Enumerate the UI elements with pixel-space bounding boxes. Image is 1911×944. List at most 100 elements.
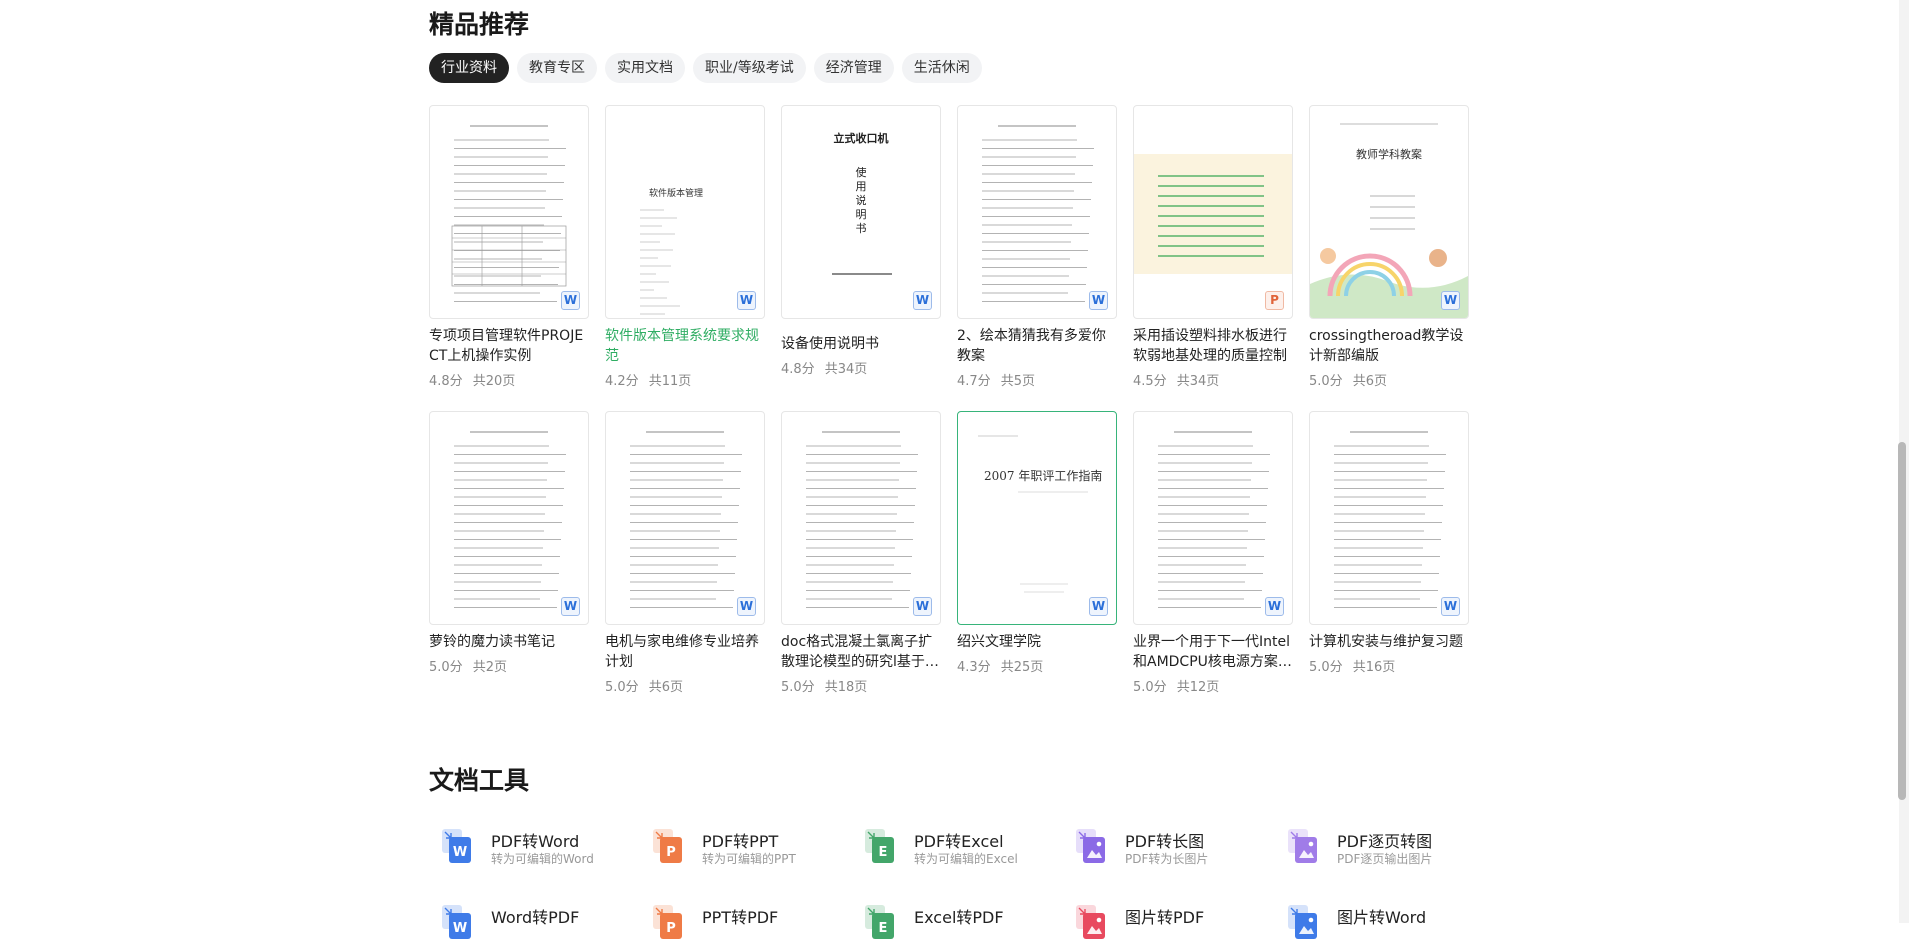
tool-item[interactable]: P PDF转PPT 转为可编辑的PPT xyxy=(640,820,840,868)
svg-text:说: 说 xyxy=(856,193,867,207)
word-file-icon: W xyxy=(1089,291,1108,310)
tab-exams[interactable]: 职业/等级考试 xyxy=(693,53,806,83)
document-thumbnail[interactable]: 立式收口机使用说明书 W xyxy=(781,105,941,319)
pdf-to-excel-icon: E xyxy=(864,828,896,864)
document-thumbnail[interactable]: 教师学科教案 W xyxy=(1309,105,1469,319)
document-card[interactable]: 教师学科教案 W crossingtheroad教学设计新部编版 5.0分 共6页 xyxy=(1309,105,1469,391)
tab-lifestyle[interactable]: 生活休闲 xyxy=(901,53,982,83)
svg-text:E: E xyxy=(879,921,888,936)
document-meta: 5.0分 共12页 xyxy=(1133,679,1293,697)
document-title[interactable]: 软件版本管理系统要求规范 xyxy=(605,326,765,366)
document-page-count: 共16页 xyxy=(1352,660,1396,675)
tool-item[interactable]: W PDF转Word 转为可编辑的Word xyxy=(429,820,629,868)
document-page-count: 共11页 xyxy=(648,374,692,389)
document-card[interactable]: W 业界一个用于下一代Intel和AMDCPU核电源方案… 5.0分 共12页 xyxy=(1133,411,1293,697)
tool-name: Word转PDF xyxy=(491,908,580,927)
document-card[interactable]: 软件版本管理 W 软件版本管理系统要求规范 4.2分 共11页 xyxy=(605,105,765,391)
document-meta: 4.3分 共25页 xyxy=(957,659,1117,677)
word-file-icon: W xyxy=(561,291,580,310)
tool-name: PDF转Excel xyxy=(914,832,1004,851)
document-thumbnail[interactable]: W xyxy=(429,105,589,319)
pdf-page-to-image-icon xyxy=(1287,828,1319,864)
pdf-to-word-icon: W xyxy=(441,828,473,864)
word-file-icon: W xyxy=(1265,597,1284,616)
tool-item[interactable]: PDF逐页转图 PDF逐页输出图片 xyxy=(1275,820,1475,868)
document-meta: 4.8分 共34页 xyxy=(781,361,941,379)
document-rating: 5.0分 xyxy=(1309,374,1343,389)
document-page-count: 共6页 xyxy=(1352,374,1387,389)
tool-item[interactable]: E Excel转PDF xyxy=(852,896,1052,944)
scrollbar-thumb[interactable] xyxy=(1898,442,1906,800)
document-card[interactable]: 立式收口机使用说明书 W 设备使用说明书 4.8分 共34页 xyxy=(781,105,941,379)
document-title[interactable]: doc格式混凝土氯离子扩散理论模型的研究l基于… xyxy=(781,632,941,672)
document-thumbnail[interactable]: W xyxy=(781,411,941,625)
document-meta: 5.0分 共2页 xyxy=(429,659,589,677)
document-title[interactable]: 绍兴文理学院 xyxy=(957,632,1117,652)
tool-description: 转为可编辑的PPT xyxy=(702,852,796,866)
document-page-count: 共12页 xyxy=(1176,680,1220,695)
tab-industry[interactable]: 行业资料 xyxy=(429,53,509,83)
document-card[interactable]: W 电机与家电维修专业培养计划 5.0分 共6页 xyxy=(605,411,765,697)
document-card[interactable]: W 萝铃的魔力读书笔记 5.0分 共2页 xyxy=(429,411,589,677)
document-thumbnail[interactable]: 软件版本管理 W xyxy=(605,105,765,319)
document-meta: 5.0分 共16页 xyxy=(1309,659,1469,677)
tool-item[interactable]: E PDF转Excel 转为可编辑的Excel xyxy=(852,820,1052,868)
tool-item[interactable]: 图片转PDF xyxy=(1063,896,1263,944)
document-card[interactable]: Wdoc格式混凝土氯离子扩散理论模型的研究l基于… 5.0分 共18页 xyxy=(781,411,941,697)
document-rating: 4.3分 xyxy=(957,660,991,675)
document-title[interactable]: 业界一个用于下一代Intel和AMDCPU核电源方案… xyxy=(1133,632,1293,672)
scrollbar-track[interactable] xyxy=(1898,0,1909,923)
tab-economics[interactable]: 经济管理 xyxy=(813,53,894,83)
document-card[interactable]: P 采用插设塑料排水板进行软弱地基处理的质量控制 4.5分 共34页 xyxy=(1133,105,1293,391)
svg-text:W: W xyxy=(453,921,467,936)
tool-item[interactable]: PDF转长图 PDF转为长图片 xyxy=(1063,820,1263,868)
tool-item[interactable]: 图片转Word xyxy=(1275,896,1475,944)
document-rating: 4.8分 xyxy=(781,362,815,377)
document-title[interactable]: 专项项目管理软件PROJECT上机操作实例 xyxy=(429,326,589,366)
document-title[interactable]: 电机与家电维修专业培养计划 xyxy=(605,632,765,672)
document-card[interactable]: 2007 年职评工作指南 W 绍兴文理学院 4.3分 共25页 xyxy=(957,411,1117,677)
word-file-icon: W xyxy=(561,597,580,616)
document-thumbnail[interactable]: W xyxy=(957,105,1117,319)
document-thumbnail[interactable]: W xyxy=(605,411,765,625)
word-file-icon: W xyxy=(913,291,932,310)
document-page-count: 共25页 xyxy=(1000,660,1044,675)
tool-item[interactable]: P PPT转PDF xyxy=(640,896,840,944)
document-thumbnail[interactable]: W xyxy=(429,411,589,625)
word-file-icon: W xyxy=(737,597,756,616)
document-title[interactable]: crossingtheroad教学设计新部编版 xyxy=(1309,326,1469,366)
tool-name: PDF转PPT xyxy=(702,832,779,851)
tab-education[interactable]: 教育专区 xyxy=(517,53,597,83)
document-thumbnail[interactable]: W xyxy=(1133,411,1293,625)
tool-name: Excel转PDF xyxy=(914,908,1004,927)
ppt-to-pdf-icon: P xyxy=(652,904,684,940)
document-title[interactable]: 计算机安装与维护复习题 xyxy=(1309,632,1469,652)
document-page-count: 共34页 xyxy=(824,362,868,377)
tool-name: PDF转长图 xyxy=(1125,832,1205,851)
document-page-count: 共18页 xyxy=(824,680,868,695)
document-thumbnail[interactable]: 2007 年职评工作指南 W xyxy=(957,411,1117,625)
ppt-file-icon: P xyxy=(1265,291,1284,310)
svg-text:2007 年职评工作指南: 2007 年职评工作指南 xyxy=(984,468,1102,483)
svg-text:P: P xyxy=(666,921,676,936)
document-title[interactable]: 设备使用说明书 xyxy=(781,334,941,354)
document-card[interactable]: W 2、绘本猜猜我有多爱你教案 4.7分 共5页 xyxy=(957,105,1117,391)
document-title[interactable]: 2、绘本猜猜我有多爱你教案 xyxy=(957,326,1117,366)
document-title[interactable]: 采用插设塑料排水板进行软弱地基处理的质量控制 xyxy=(1133,326,1293,366)
word-file-icon: W xyxy=(737,291,756,310)
tab-practical-docs[interactable]: 实用文档 xyxy=(605,53,685,83)
document-meta: 5.0分 共18页 xyxy=(781,679,941,697)
document-meta: 4.5分 共34页 xyxy=(1133,373,1293,391)
document-card[interactable]: W 专项项目管理软件PROJECT上机操作实例 4.8分 共20页 xyxy=(429,105,589,391)
tool-name: 图片转Word xyxy=(1337,908,1427,927)
document-rating: 5.0分 xyxy=(1309,660,1343,675)
word-file-icon: W xyxy=(1089,597,1108,616)
category-tabs: 行业资料 教育专区 实用文档 职业/等级考试 经济管理 生活休闲 xyxy=(429,53,982,83)
document-title[interactable]: 萝铃的魔力读书笔记 xyxy=(429,632,589,652)
document-thumbnail[interactable]: W xyxy=(1309,411,1469,625)
tool-item[interactable]: W Word转PDF xyxy=(429,896,629,944)
document-thumbnail[interactable]: P xyxy=(1133,105,1293,319)
svg-text:书: 书 xyxy=(856,222,867,235)
document-card[interactable]: W 计算机安装与维护复习题 5.0分 共16页 xyxy=(1309,411,1469,677)
document-rating: 4.8分 xyxy=(429,374,463,389)
